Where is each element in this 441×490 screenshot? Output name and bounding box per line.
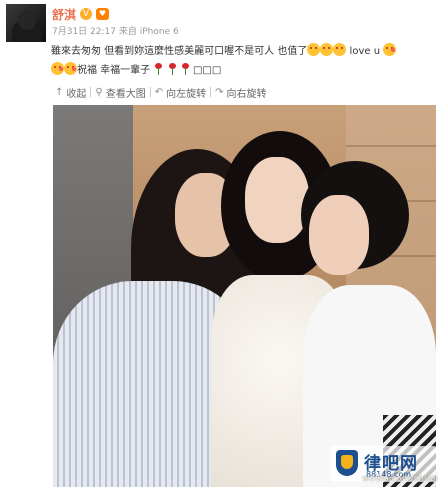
shield-logo-icon [336, 450, 358, 476]
rose-emoji-icon [167, 63, 177, 75]
photo-person-right-face [309, 195, 369, 275]
rotate-left-button[interactable]: ↶ 向左旋转 [151, 85, 210, 100]
post-text-main: 雖來去匆匆 但看到妳這麼性感美麗可口喔不是可人 也值了 [51, 46, 308, 57]
post-text: 雖來去匆匆 但看到妳這麼性感美麗可口喔不是可人 也值了 love u 祝福 幸福… [51, 42, 439, 80]
avatar-head [18, 10, 36, 30]
rotate-right-label: 向右旋转 [226, 88, 267, 100]
collapse-button[interactable]: ↑ 收起 [51, 85, 90, 100]
post-photo[interactable] [53, 105, 436, 487]
post-text-love: love u [349, 46, 381, 57]
rotate-right-icon: ↷ [215, 86, 224, 98]
view-large-label: 查看大图 [105, 88, 146, 100]
avatar[interactable] [6, 4, 46, 42]
source-label: 来自 iPhone 6 [118, 27, 179, 37]
post-meta: 7月31日 22:17 来自 iPhone 6 [52, 24, 179, 37]
username-link[interactable]: 舒淇 [52, 6, 76, 23]
photo-person-center-face [245, 157, 309, 243]
post-text-line-2: 祝福 幸福一輩子 □□□ [51, 61, 439, 80]
collapse-icon: ↑ [55, 86, 64, 98]
user-row: 舒淇 V ♥ [52, 6, 110, 23]
wink-emoji-icon [383, 43, 397, 56]
rose-emoji-icon [153, 63, 163, 75]
timestamp-link[interactable]: 7月31日 22:17 [52, 27, 116, 37]
rotate-left-label: 向左旋转 [166, 88, 207, 100]
post-text-line-1: 雖來去匆匆 但看到妳這麼性感美麗可口喔不是可人 也值了 love u [51, 42, 439, 61]
rose-emoji-icon [180, 63, 190, 75]
wink-emoji-icon [64, 62, 77, 75]
photo-brick-line [346, 145, 436, 147]
rotate-left-icon: ↶ [154, 86, 164, 98]
rotate-right-button[interactable]: ↷ 向右旋转 [211, 85, 270, 100]
image-toolbar: ↑ 收起 ⚲ 查看大图 ↶ 向左旋转 ↷ 向右旋转 [51, 84, 271, 100]
wink-emoji-icon [51, 62, 64, 75]
view-large-button[interactable]: ⚲ 查看大图 [91, 85, 149, 100]
verified-badge-icon: V [80, 8, 93, 20]
collapse-label: 收起 [66, 88, 87, 100]
vip-badge-icon: ♥ [96, 8, 110, 20]
kiss-emoji-icon [320, 43, 334, 56]
post-text-blessing: 祝福 幸福一輩子 [77, 65, 151, 76]
kiss-emoji-icon [333, 43, 347, 56]
search-icon: ⚲ [95, 86, 103, 98]
post-text-tail: □□□ [192, 65, 222, 76]
watermark-url: weibo.com/shuqi [362, 474, 438, 484]
kiss-emoji-icon [307, 43, 321, 56]
